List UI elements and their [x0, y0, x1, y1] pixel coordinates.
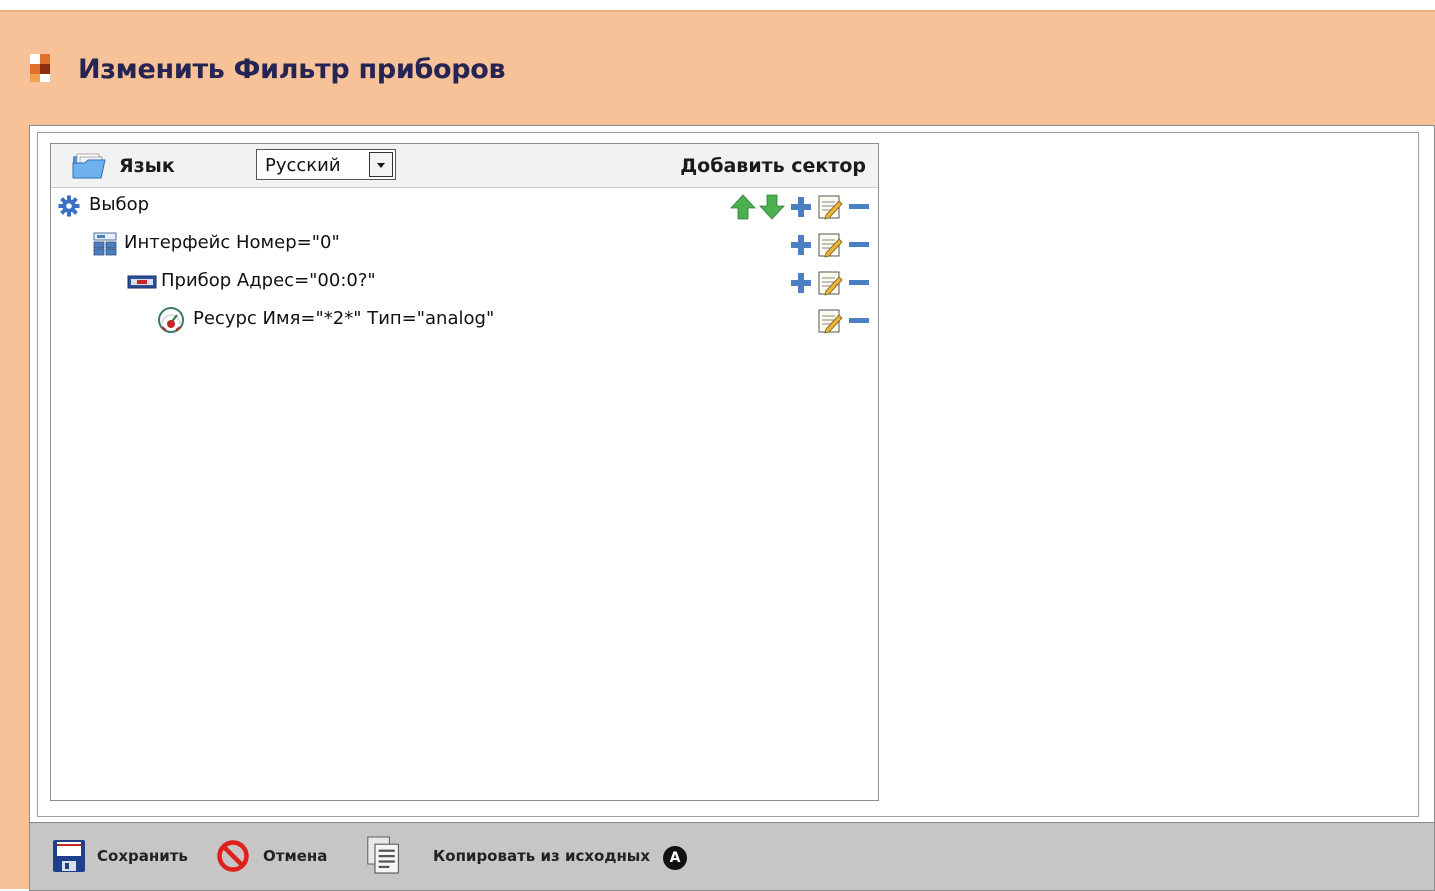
tree-row-device[interactable]: Прибор Адрес="00:0?" [51, 264, 878, 300]
tree-row-label: Выбор [89, 194, 150, 215]
minus-icon[interactable] [846, 193, 872, 221]
floppy-disk-icon [53, 840, 85, 872]
callout-badge: A [663, 846, 687, 870]
edit-icon[interactable] [817, 193, 843, 221]
edit-icon[interactable] [817, 307, 843, 335]
plus-icon[interactable] [788, 269, 814, 297]
logo-icon [30, 54, 58, 82]
interface-icon [93, 232, 117, 256]
language-value: Русский [265, 155, 341, 176]
language-label: Язык [119, 155, 175, 177]
arrow-up-icon[interactable] [730, 193, 756, 221]
folder-icon [72, 153, 106, 179]
tree-row-label: Прибор Адрес="00:0?" [161, 270, 376, 291]
minus-icon[interactable] [846, 269, 872, 297]
filter-tree-panel: Язык Русский Добавить сектор Выбор Интер… [50, 143, 879, 801]
tree-row-selection[interactable]: Выбор [51, 188, 878, 224]
add-sector-button[interactable]: Добавить сектор [680, 155, 866, 177]
copy-document-icon [367, 836, 399, 874]
minus-icon[interactable] [846, 231, 872, 259]
save-button[interactable]: Сохранить [48, 823, 188, 890]
tree-row-label: Интерфейс Номер="0" [124, 232, 340, 253]
panel-header: Язык Русский Добавить сектор [51, 144, 878, 188]
resource-gauge-icon [158, 307, 184, 333]
language-select[interactable]: Русский [256, 149, 396, 180]
device-icon [127, 275, 157, 289]
copy-label: Копировать из исходных [433, 847, 651, 865]
tree-row-resource[interactable]: Ресурс Имя="*2*" Тип="analog" [51, 302, 878, 338]
tree-row-label: Ресурс Имя="*2*" Тип="analog" [193, 308, 495, 329]
content-area: Язык Русский Добавить сектор Выбор Интер… [37, 132, 1419, 817]
cancel-icon [217, 840, 249, 872]
edit-icon[interactable] [817, 231, 843, 259]
cancel-label: Отмена [263, 847, 328, 865]
cancel-button[interactable]: Отмена [216, 823, 336, 890]
minus-icon[interactable] [846, 307, 872, 335]
tree-row-interface[interactable]: Интерфейс Номер="0" [51, 226, 878, 262]
chevron-down-icon[interactable] [369, 152, 393, 177]
content-frame: Язык Русский Добавить сектор Выбор Интер… [29, 125, 1435, 825]
dialog-title: Изменить Фильтр приборов [78, 54, 506, 85]
gear-icon [58, 195, 80, 217]
edit-icon[interactable] [817, 269, 843, 297]
save-label: Сохранить [97, 847, 188, 865]
plus-icon[interactable] [788, 193, 814, 221]
arrow-down-icon[interactable] [759, 193, 785, 221]
plus-icon[interactable] [788, 231, 814, 259]
bottom-toolbar: Сохранить Отмена Копировать из исходных … [29, 822, 1435, 891]
copy-from-source-button[interactable]: Копировать из исходных [366, 823, 650, 890]
dialog-window: Изменить Фильтр приборов Язык Русский До… [0, 10, 1435, 891]
